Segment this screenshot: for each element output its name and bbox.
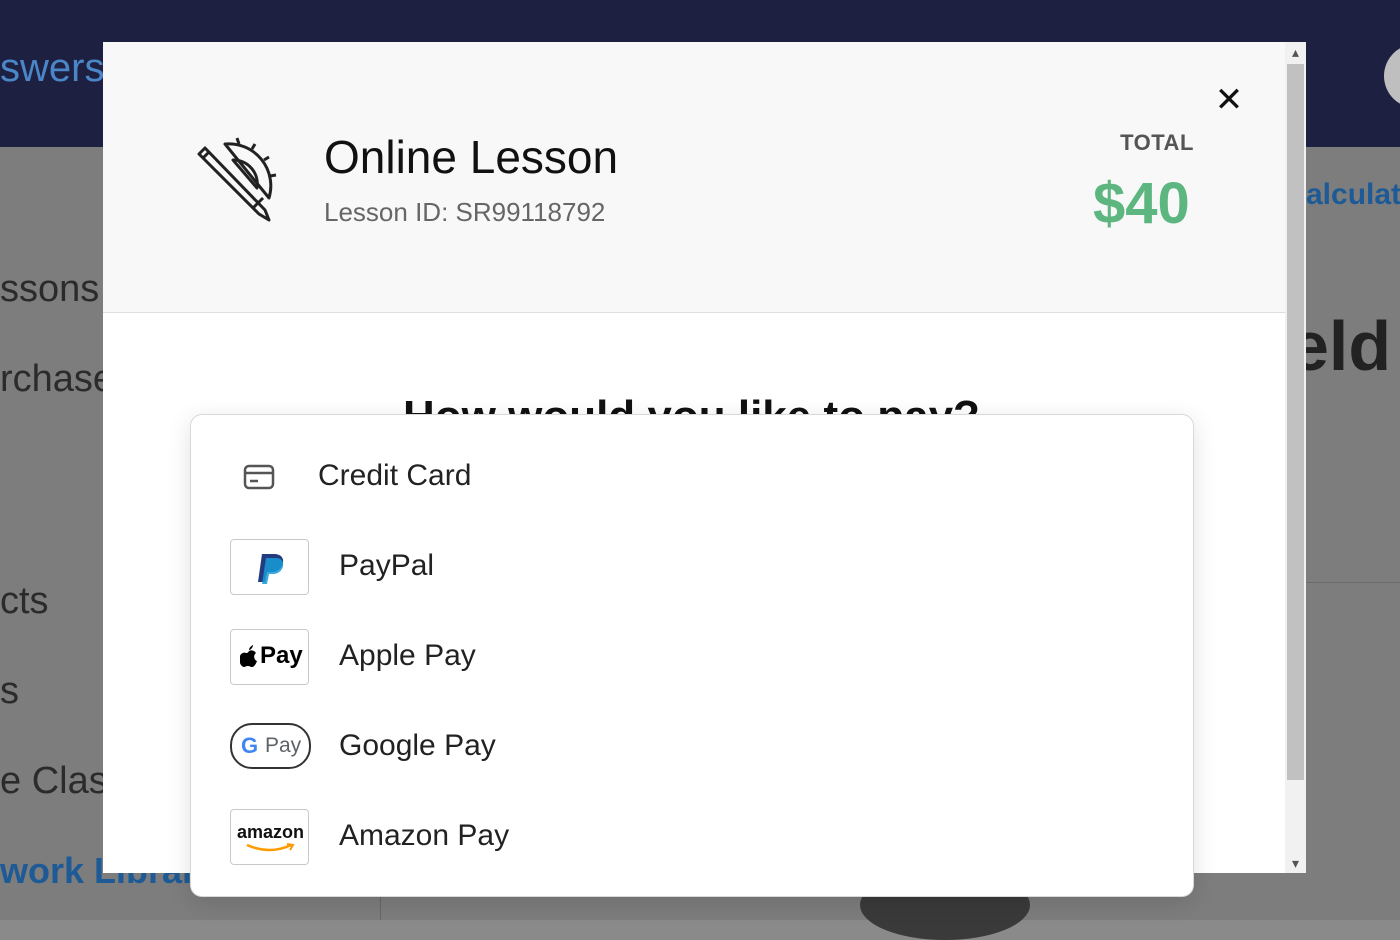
lesson-title: Online Lesson: [324, 131, 619, 183]
payment-option-credit-card[interactable]: Credit Card: [191, 432, 1193, 522]
nav-item-s[interactable]: s: [0, 670, 19, 713]
total-amount: $40: [1093, 171, 1190, 236]
divider: [1306, 582, 1400, 583]
google-g-icon: G: [241, 733, 259, 758]
payment-option-google-pay[interactable]: G Pay Google Pay: [191, 702, 1193, 792]
apple-pay-text: Pay: [260, 642, 303, 669]
apple-pay-logo: Pay: [230, 629, 309, 685]
modal-header: Online Lesson Lesson ID: SR99118792 TOTA…: [103, 42, 1285, 313]
nav-item-products[interactable]: cts: [0, 580, 49, 623]
scroll-thumb[interactable]: [1287, 64, 1304, 780]
background-heading: eld a: [1290, 307, 1400, 385]
payment-option-label: Credit Card: [318, 459, 472, 492]
paypal-logo: [230, 539, 309, 595]
site-brand-fragment[interactable]: swers: [0, 46, 104, 91]
scroll-down-icon[interactable]: ▾: [1285, 853, 1306, 873]
payment-option-apple-pay[interactable]: Pay Apple Pay: [191, 612, 1193, 702]
payment-option-label: PayPal: [339, 549, 435, 582]
total-label: TOTAL: [1120, 130, 1194, 155]
amazon-logo-text: amazon: [237, 822, 305, 842]
apple-icon: [240, 645, 257, 667]
nav-item-purchases[interactable]: rchase: [0, 358, 114, 401]
amazon-smile-icon: [246, 843, 295, 852]
credit-card-icon: [243, 464, 275, 490]
modal-scrollbar[interactable]: ▴ ▾: [1285, 42, 1306, 873]
payment-option-paypal[interactable]: PayPal: [191, 522, 1193, 612]
close-icon[interactable]: ✕: [1211, 82, 1247, 118]
payment-option-label: Apple Pay: [339, 639, 476, 672]
scroll-up-icon[interactable]: ▴: [1285, 42, 1306, 62]
lesson-id: Lesson ID: SR99118792: [324, 197, 606, 227]
payment-method-dropdown: Credit Card PayPal Pay Apple Pay G Pay G…: [190, 414, 1194, 897]
payment-option-amazon-pay[interactable]: amazon Amazon Pay: [191, 792, 1193, 882]
protractor-pencil-icon: [197, 137, 277, 222]
amazon-logo: amazon: [230, 809, 309, 865]
payment-option-label: Google Pay: [339, 729, 496, 762]
google-pay-text: Pay: [265, 734, 302, 757]
calculate-link[interactable]: alculate: [1306, 178, 1400, 212]
nav-item-lessons[interactable]: ssons: [0, 268, 99, 311]
payment-option-label: Amazon Pay: [339, 819, 510, 852]
google-pay-logo: G Pay: [230, 723, 311, 769]
